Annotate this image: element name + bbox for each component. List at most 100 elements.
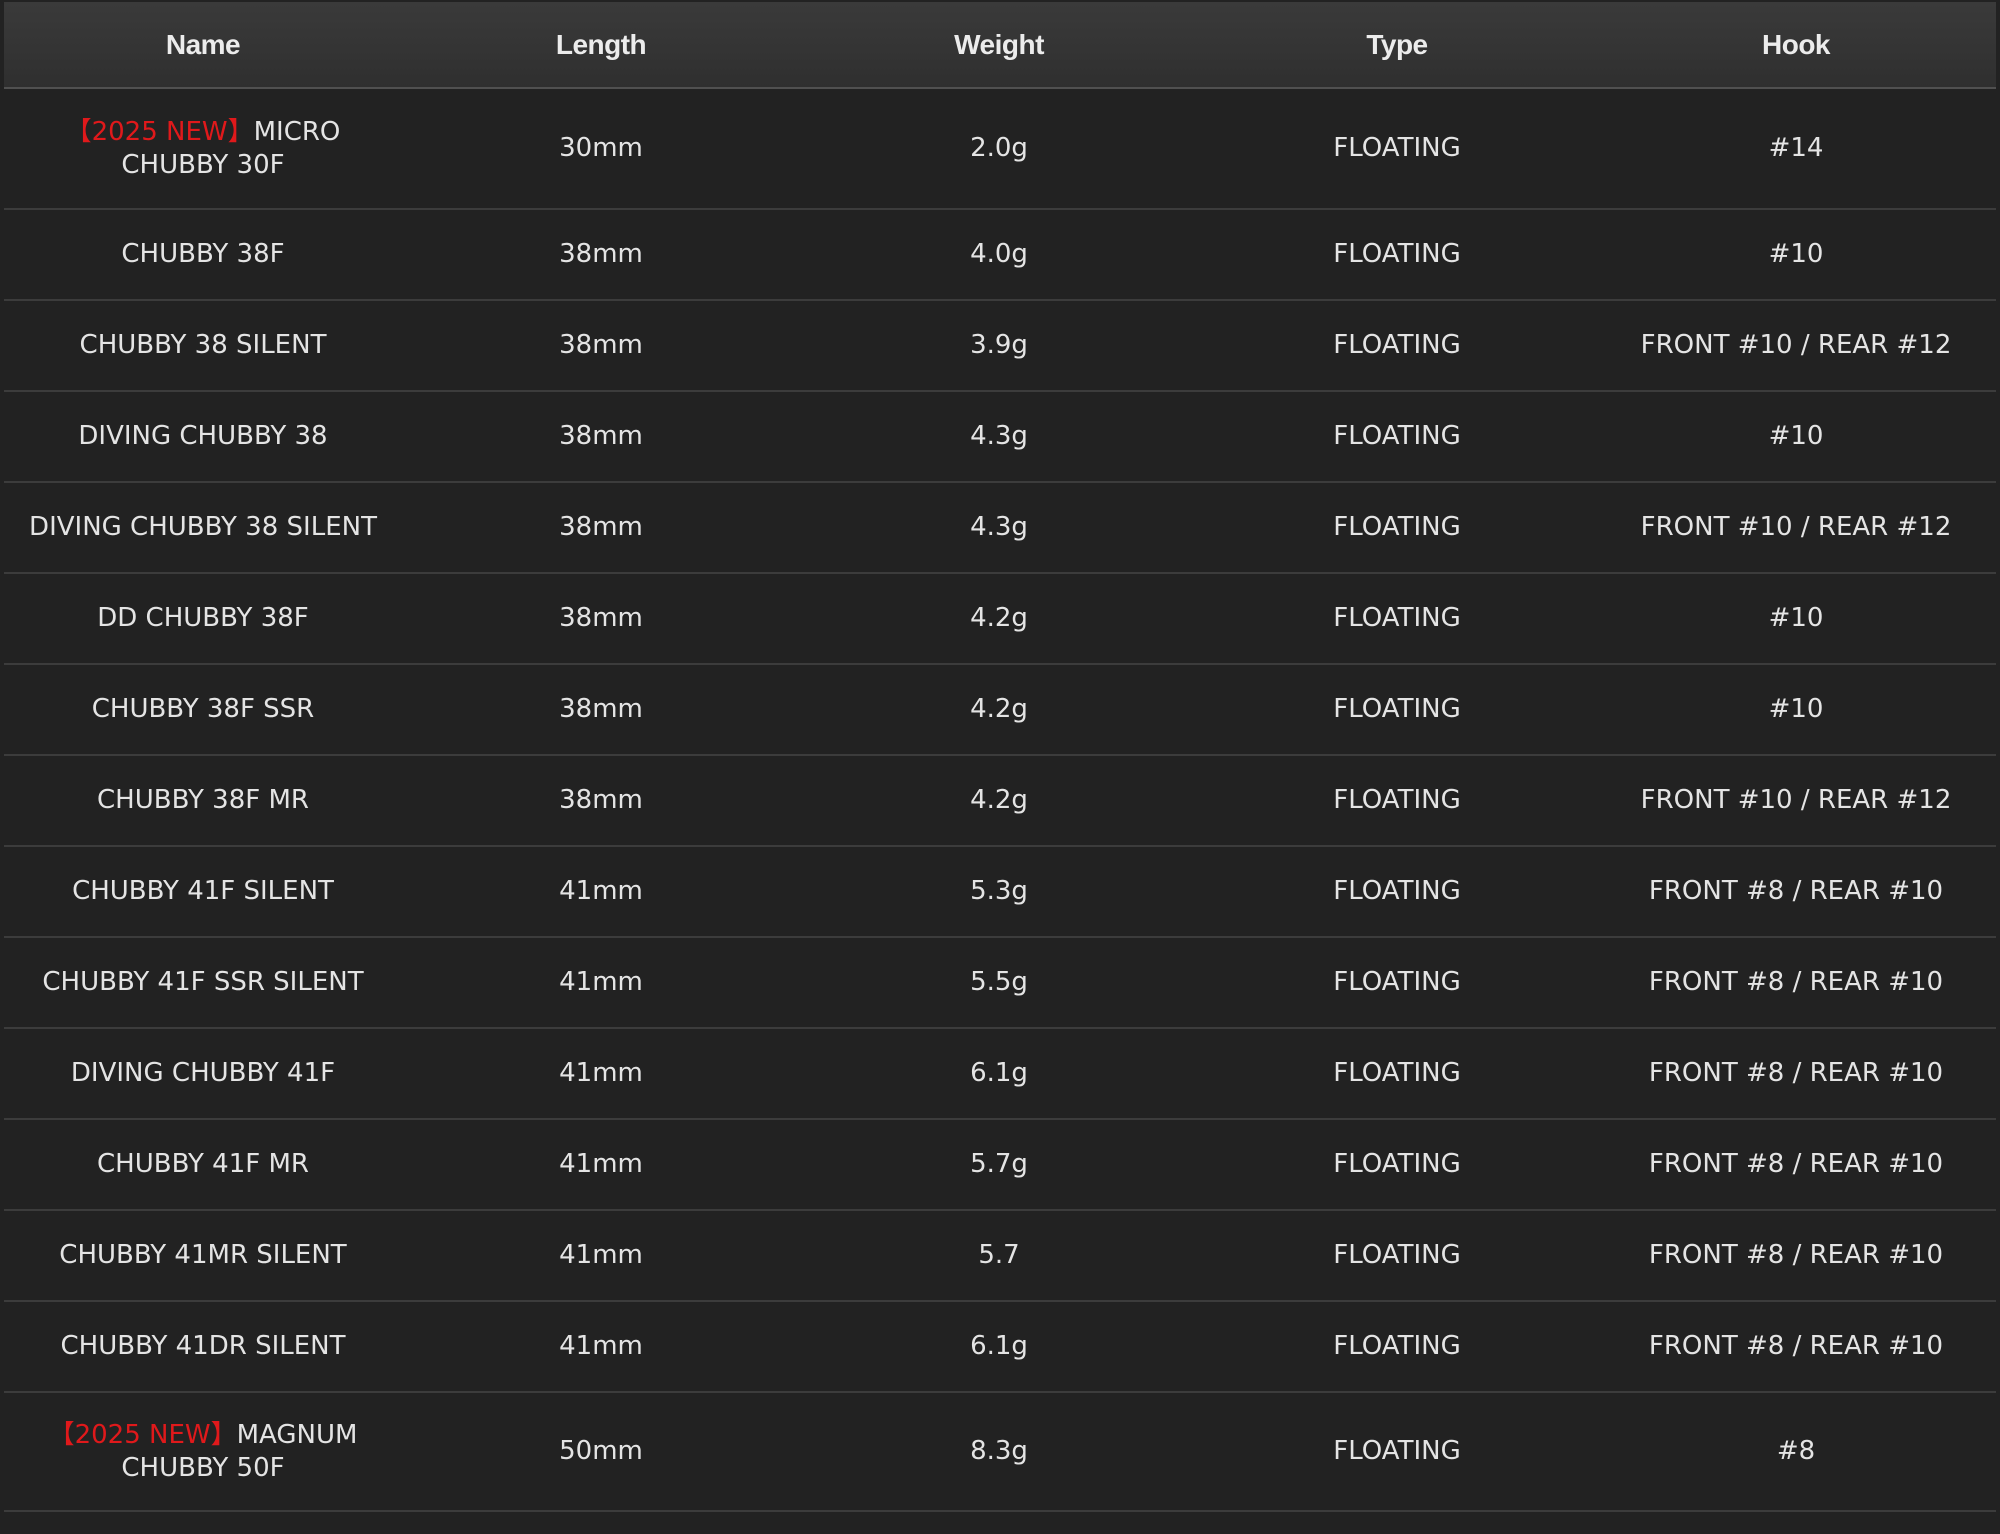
- product-name: CHUBBY 41F SILENT: [72, 876, 334, 906]
- product-name: CHUBBY 41MR SILENT: [59, 1240, 347, 1270]
- cell-type: FLOATING: [1198, 846, 1596, 938]
- cell-length: 38mm: [402, 573, 800, 665]
- cell-type: FLOATING: [1198, 482, 1596, 574]
- cell-hook: FRONT #10 / REAR #12: [1596, 482, 1996, 574]
- table-row: DD CHUBBY 38F 38mm 4.2g FLOATING #10: [4, 573, 1996, 665]
- cell-length: 41mm: [402, 1210, 800, 1302]
- cell-hook: #14: [1596, 88, 1996, 210]
- new-badge: 【2025 NEW】: [48, 1419, 237, 1450]
- cell-name: CHUBBY 38F MR: [4, 755, 402, 847]
- cell-hook: #10: [1596, 573, 1996, 665]
- cell-length: 38mm: [402, 755, 800, 847]
- cell-weight: 4.2g: [800, 755, 1198, 847]
- cell-hook: FRONT #8 / REAR #10: [1596, 846, 1996, 938]
- product-name: CHUBBY 38 SILENT: [79, 330, 327, 360]
- header-length: Length: [402, 2, 800, 89]
- cell-type: FLOATING: [1198, 573, 1596, 665]
- cell-type: FLOATING: [1198, 755, 1596, 847]
- cell-weight: 4.3g: [800, 482, 1198, 574]
- cell-hook: #10: [1596, 391, 1996, 483]
- header-row: Name Length Weight Type Hook: [4, 2, 1996, 89]
- header-weight: Weight: [800, 2, 1198, 89]
- table-row: CHUBBY 38F SSR 38mm 4.2g FLOATING #10: [4, 664, 1996, 756]
- cell-type: FLOATING: [1198, 1392, 1596, 1512]
- product-name: CHUBBY 41DR SILENT: [60, 1331, 346, 1361]
- product-name: CHUBBY 38F MR: [97, 785, 309, 815]
- cell-hook: #8: [1596, 1392, 1996, 1512]
- table-header: Name Length Weight Type Hook: [4, 2, 1996, 89]
- cell-weight: 4.2g: [800, 573, 1198, 665]
- cell-name: 【2025 NEW】MAGNUM CHUBBY 50F: [4, 1392, 402, 1512]
- cell-name: CHUBBY 41F SSR SILENT: [4, 937, 402, 1029]
- cell-type: FLOATING: [1198, 391, 1596, 483]
- cell-weight: 5.5g: [800, 937, 1198, 1029]
- cell-name: CHUBBY 38F: [4, 209, 402, 301]
- cell-weight: 2.0g: [800, 88, 1198, 210]
- table-body: 【2025 NEW】MICRO CHUBBY 30F 30mm 2.0g FLOATIN…: [4, 88, 1996, 1512]
- cell-length: 41mm: [402, 1119, 800, 1211]
- table-row: 【2025 NEW】MAGNUM CHUBBY 50F 50mm 8.3g FLOATI…: [4, 1392, 1996, 1512]
- cell-weight: 4.2g: [800, 664, 1198, 756]
- cell-name: CHUBBY 41DR SILENT: [4, 1301, 402, 1393]
- product-name: CHUBBY 41F MR: [97, 1149, 309, 1179]
- cell-length: 41mm: [402, 1301, 800, 1393]
- table-row: 【2025 NEW】MICRO CHUBBY 30F 30mm 2.0g FLOATIN…: [4, 88, 1996, 210]
- cell-type: FLOATING: [1198, 664, 1596, 756]
- cell-name: CHUBBY 41F MR: [4, 1119, 402, 1211]
- product-name: MICRO: [253, 116, 341, 147]
- cell-name: CHUBBY 38F SSR: [4, 664, 402, 756]
- cell-name: 【2025 NEW】MICRO CHUBBY 30F: [4, 88, 402, 210]
- cell-length: 41mm: [402, 1028, 800, 1120]
- cell-weight: 4.3g: [800, 391, 1198, 483]
- table-row: CHUBBY 41F MR 41mm 5.7g FLOATING FRONT #8 / …: [4, 1119, 1996, 1211]
- cell-hook: FRONT #8 / REAR #10: [1596, 1028, 1996, 1120]
- cell-type: FLOATING: [1198, 1210, 1596, 1302]
- cell-hook: FRONT #10 / REAR #12: [1596, 755, 1996, 847]
- cell-hook: FRONT #8 / REAR #10: [1596, 1301, 1996, 1393]
- product-name: DD CHUBBY 38F: [97, 603, 309, 633]
- cell-type: FLOATING: [1198, 209, 1596, 301]
- product-name: CHUBBY 38F: [121, 239, 285, 269]
- cell-hook: #10: [1596, 664, 1996, 756]
- table-row: CHUBBY 38F MR 38mm 4.2g FLOATING FRONT #10 /…: [4, 755, 1996, 847]
- cell-type: FLOATING: [1198, 937, 1596, 1029]
- header-type: Type: [1198, 2, 1596, 89]
- cell-hook: FRONT #8 / REAR #10: [1596, 937, 1996, 1029]
- spec-table: Name Length Weight Type Hook 【2025 NEW】M…: [4, 2, 1996, 1512]
- table-row: CHUBBY 38F 38mm 4.0g FLOATING #10: [4, 209, 1996, 301]
- product-name: DIVING CHUBBY 38 SILENT: [29, 512, 377, 542]
- new-badge: 【2025 NEW】: [65, 116, 254, 147]
- cell-hook: FRONT #8 / REAR #10: [1596, 1210, 1996, 1302]
- cell-weight: 5.7: [800, 1210, 1198, 1302]
- cell-type: FLOATING: [1198, 1119, 1596, 1211]
- cell-weight: 4.0g: [800, 209, 1198, 301]
- table-row: CHUBBY 41DR SILENT 41mm 6.1g FLOATING FRONT …: [4, 1301, 1996, 1393]
- cell-type: FLOATING: [1198, 300, 1596, 392]
- cell-length: 38mm: [402, 664, 800, 756]
- cell-weight: 5.3g: [800, 846, 1198, 938]
- header-hook: Hook: [1596, 2, 1996, 89]
- table-row: DIVING CHUBBY 38 38mm 4.3g FLOATING #10: [4, 391, 1996, 483]
- cell-hook: FRONT #8 / REAR #10: [1596, 1119, 1996, 1211]
- product-name: MAGNUM: [236, 1419, 358, 1450]
- product-name: CHUBBY 38F SSR: [91, 694, 315, 724]
- cell-name: DIVING CHUBBY 38 SILENT: [4, 482, 402, 574]
- cell-weight: 3.9g: [800, 300, 1198, 392]
- cell-length: 38mm: [402, 209, 800, 301]
- table-row: CHUBBY 41MR SILENT 41mm 5.7 FLOATING FRONT #…: [4, 1210, 1996, 1302]
- cell-weight: 6.1g: [800, 1028, 1198, 1120]
- cell-name: DIVING CHUBBY 38: [4, 391, 402, 483]
- cell-weight: 8.3g: [800, 1392, 1198, 1512]
- product-name-line2: CHUBBY 50F: [121, 1452, 285, 1483]
- cell-name: DD CHUBBY 38F: [4, 573, 402, 665]
- cell-name: DIVING CHUBBY 41F: [4, 1028, 402, 1120]
- table-row: CHUBBY 41F SSR SILENT 41mm 5.5g FLOATING FRO…: [4, 937, 1996, 1029]
- cell-weight: 6.1g: [800, 1301, 1198, 1393]
- cell-length: 30mm: [402, 88, 800, 210]
- cell-type: FLOATING: [1198, 1301, 1596, 1393]
- cell-hook: FRONT #10 / REAR #12: [1596, 300, 1996, 392]
- product-name: DIVING CHUBBY 38: [78, 421, 328, 451]
- table-row: DIVING CHUBBY 41F 41mm 6.1g FLOATING FRONT #…: [4, 1028, 1996, 1120]
- cell-name: CHUBBY 41F SILENT: [4, 846, 402, 938]
- cell-length: 38mm: [402, 482, 800, 574]
